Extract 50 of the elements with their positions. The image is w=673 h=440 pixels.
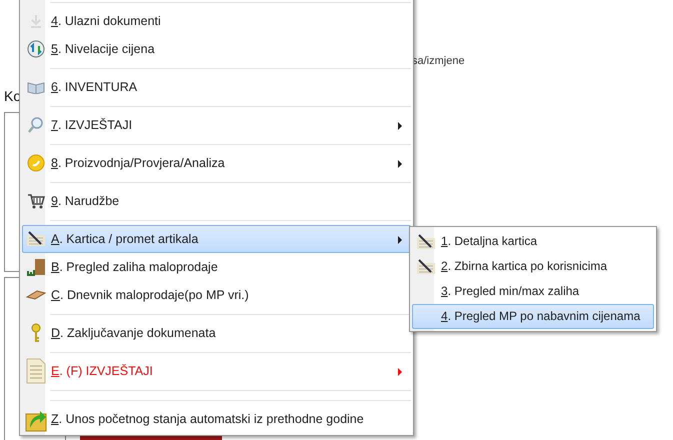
menu-item-label: 7. IZVJEŠTAJI bbox=[51, 118, 132, 132]
menu-item-label: 8. Proizvodnja/Provjera/Analiza bbox=[51, 156, 225, 170]
menu-item-label: Z. Unos početnog stanja automatski iz prethodne godine bbox=[51, 412, 364, 426]
cart-icon bbox=[27, 193, 45, 209]
menu-item-label: E. (F) IZVJEŠTAJI bbox=[51, 364, 153, 378]
submenu-arrow-icon bbox=[398, 236, 402, 244]
submenu-arrow-icon bbox=[398, 368, 402, 376]
menu-item-label: A. Kartica / promet artikala bbox=[51, 232, 198, 246]
menu-item[interactable]: 4. Pregled MP po nabavnim cijenama bbox=[412, 304, 654, 329]
menu-item-label: B. Pregled zaliha maloprodaje bbox=[51, 260, 218, 274]
book-icon bbox=[27, 80, 45, 94]
menu-item-label: 5. Nivelacije cijena bbox=[51, 42, 155, 56]
menu-item-label: D. Zaključavanje dokumenata bbox=[51, 326, 216, 340]
coin-icon bbox=[27, 154, 45, 172]
menu-item[interactable]: 3. Pregled min/max zaliha bbox=[412, 279, 654, 304]
menu-item[interactable]: 5. Nivelacije cijena bbox=[22, 35, 411, 63]
menu-item[interactable]: D. Zaključavanje dokumenata bbox=[22, 319, 411, 347]
menu-item[interactable]: Z. Unos početnog stanja automatski iz prethodne godine bbox=[22, 405, 411, 433]
note-text: sa/izmjene bbox=[412, 55, 465, 67]
menu-item[interactable]: 1. Detaljna kartica bbox=[412, 229, 654, 254]
menu-item[interactable]: C. Dnevnik maloprodaje(po MP vri.) bbox=[22, 281, 411, 309]
pen-on-paper-icon bbox=[416, 234, 436, 250]
key-icon bbox=[31, 323, 41, 343]
pen-on-paper-icon bbox=[26, 231, 46, 247]
menu-item[interactable]: B. Pregled zaliha maloprodaje bbox=[22, 253, 411, 281]
menu-item[interactable]: A. Kartica / promet artikala bbox=[22, 225, 411, 253]
menu-item-label: 6. INVENTURA bbox=[51, 80, 138, 94]
stock-chart-icon bbox=[26, 258, 46, 276]
menu-item[interactable]: E. (F) IZVJEŠTAJI bbox=[22, 357, 411, 385]
menu-item[interactable]: 7. IZVJEŠTAJI bbox=[22, 111, 411, 139]
menu-item[interactable]: 9. Narudžbe bbox=[22, 187, 411, 215]
menu-item-label: C. Dnevnik maloprodaje(po MP vri.) bbox=[51, 288, 249, 302]
menu-item[interactable]: 2. Zbirna kartica po korisnicima bbox=[412, 254, 654, 279]
submenu-arrow-icon bbox=[398, 122, 402, 130]
menu-item-label: 4. Pregled MP po nabavnim cijenama bbox=[441, 309, 640, 324]
menu-item-label: 2. Zbirna kartica po korisnicima bbox=[441, 259, 608, 274]
pen-on-paper-icon bbox=[416, 258, 436, 274]
submenu-arrow-icon bbox=[398, 160, 402, 168]
menu-item[interactable]: 4. Ulazni dokumenti bbox=[22, 7, 411, 35]
menu-item[interactable]: 8. Proizvodnja/Provjera/Analiza bbox=[22, 149, 411, 177]
menu-item[interactable]: 6. INVENTURA bbox=[22, 73, 411, 101]
download-icon bbox=[28, 13, 44, 29]
menu-item-label: 3. Pregled min/max zaliha bbox=[441, 284, 580, 299]
refresh-icon bbox=[27, 40, 45, 58]
search-icon bbox=[27, 116, 45, 134]
menu-item-label: 9. Narudžbe bbox=[51, 194, 120, 208]
menu-item-label: 4. Ulazni dokumenti bbox=[51, 14, 161, 28]
menu-item-label: 1. Detaljna kartica bbox=[441, 234, 538, 249]
document-icon bbox=[26, 358, 46, 384]
plank-icon bbox=[26, 289, 46, 301]
